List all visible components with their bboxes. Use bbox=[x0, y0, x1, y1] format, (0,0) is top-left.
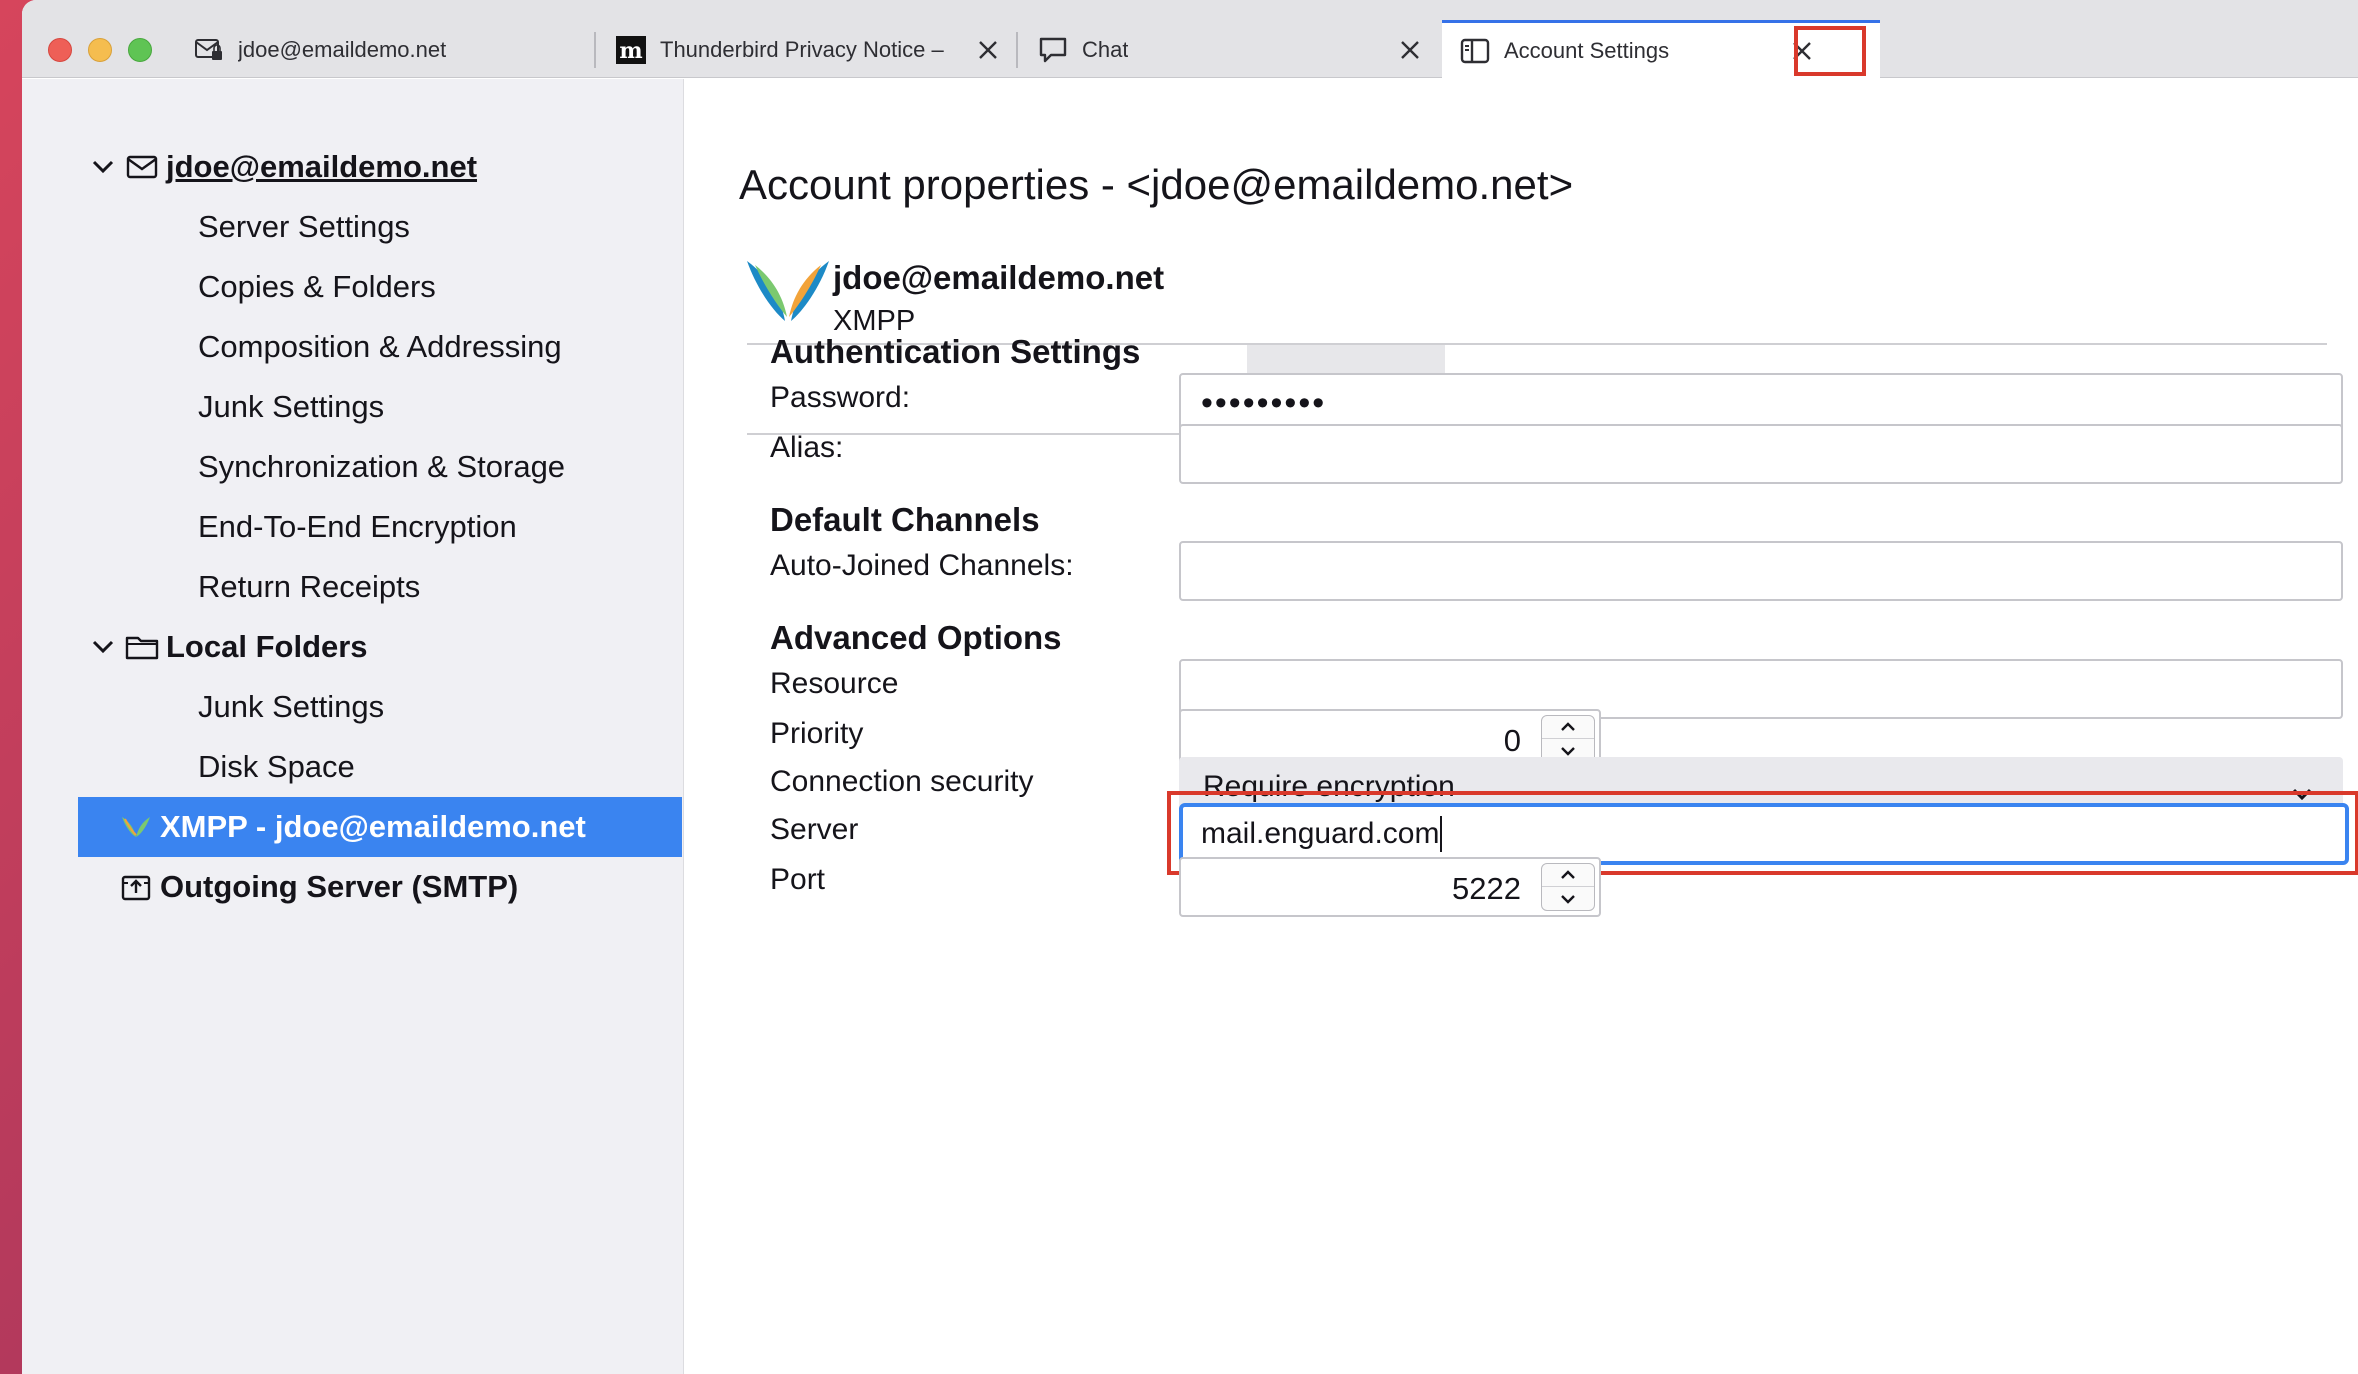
security-label: Connection security bbox=[770, 765, 1034, 798]
increment-arrow-icon[interactable] bbox=[1542, 716, 1594, 739]
tab-separator bbox=[594, 32, 596, 68]
sidebar-item-label: End-To-End Encryption bbox=[198, 509, 517, 544]
close-tab-icon[interactable] bbox=[972, 34, 1004, 66]
default-channels-heading: Default Channels bbox=[770, 501, 1040, 538]
text-caret bbox=[1440, 816, 1443, 852]
svg-text:m: m bbox=[619, 38, 642, 64]
alias-field[interactable] bbox=[1179, 424, 2343, 484]
sidebar-item-server-settings[interactable]: Server Settings bbox=[78, 197, 682, 257]
port-spinner bbox=[1541, 863, 1595, 911]
account-row-jdoe[interactable]: jdoe@emaildemo.net bbox=[78, 137, 682, 197]
tab-chat[interactable]: Chat bbox=[1020, 22, 1440, 78]
xmpp-logo-icon bbox=[743, 255, 833, 327]
resource-label: Resource bbox=[770, 667, 899, 700]
priority-label: Priority bbox=[770, 717, 864, 750]
sidebar-item-composition[interactable]: Composition & Addressing bbox=[78, 317, 682, 377]
page-title: Account properties - <jdoe@emaildemo.net… bbox=[739, 161, 1574, 208]
account-label: jdoe@emaildemo.net bbox=[166, 149, 478, 184]
chevron-down-icon[interactable] bbox=[88, 632, 118, 662]
chat-bubble-icon bbox=[1038, 35, 1068, 65]
tab-separator bbox=[1016, 32, 1018, 68]
mozilla-m-icon: m bbox=[616, 35, 646, 65]
close-window-button[interactable] bbox=[48, 38, 72, 62]
zoom-window-button[interactable] bbox=[128, 38, 152, 62]
sidebar-item-disk-space[interactable]: Disk Space bbox=[78, 737, 682, 797]
priority-spinner bbox=[1541, 715, 1595, 763]
tab-label: jdoe@emaildemo.net bbox=[238, 37, 447, 62]
account-settings-panel: Account properties - <jdoe@emaildemo.net… bbox=[685, 79, 2358, 1374]
autojoin-field[interactable] bbox=[1179, 541, 2343, 601]
tab-label: Chat bbox=[1082, 37, 1129, 62]
auth-settings-heading: Authentication Settings bbox=[770, 333, 1141, 370]
account-row-local-folders[interactable]: Local Folders bbox=[78, 617, 682, 677]
sidebar-item-local-junk[interactable]: Junk Settings bbox=[78, 677, 682, 737]
envelope-icon bbox=[124, 151, 160, 183]
sidebar-item-label: Disk Space bbox=[198, 749, 355, 784]
advanced-options-heading: Advanced Options bbox=[770, 619, 1062, 656]
account-name: jdoe@emaildemo.net bbox=[833, 259, 1165, 296]
minimize-window-button[interactable] bbox=[88, 38, 112, 62]
sidebar-item-return-receipts[interactable]: Return Receipts bbox=[78, 557, 682, 617]
priority-value: 0 bbox=[1503, 723, 1521, 758]
increment-arrow-icon[interactable] bbox=[1542, 864, 1594, 887]
close-tab-highlight-box bbox=[1794, 26, 1866, 76]
chevron-down-icon[interactable] bbox=[88, 152, 118, 182]
smtp-label: Outgoing Server (SMTP) bbox=[160, 869, 519, 904]
server-value: mail.enguard.com bbox=[1201, 817, 1440, 850]
mail-lock-icon bbox=[194, 35, 224, 65]
xmpp-logo-icon bbox=[118, 811, 154, 843]
outgoing-server-icon bbox=[118, 871, 154, 903]
sidebar-item-e2e[interactable]: End-To-End Encryption bbox=[78, 497, 682, 557]
sidebar-item-copies-folders[interactable]: Copies & Folders bbox=[78, 257, 682, 317]
sidebar-item-label: Junk Settings bbox=[198, 689, 385, 724]
settings-book-icon bbox=[1460, 36, 1490, 66]
sidebar-item-label: Composition & Addressing bbox=[198, 329, 562, 364]
sidebar-item-sync-storage[interactable]: Synchronization & Storage bbox=[78, 437, 682, 497]
account-row-smtp[interactable]: Outgoing Server (SMTP) bbox=[78, 857, 682, 917]
account-tree-sidebar: jdoe@emaildemo.net Server Settings Copie… bbox=[22, 79, 684, 1374]
account-row-xmpp[interactable]: XMPP - jdoe@emaildemo.net bbox=[78, 797, 682, 857]
sidebar-item-junk-settings[interactable]: Junk Settings bbox=[78, 377, 682, 437]
server-field[interactable]: mail.enguard.com bbox=[1179, 803, 2349, 865]
folder-icon bbox=[124, 631, 160, 663]
decrement-arrow-icon[interactable] bbox=[1542, 887, 1594, 910]
sidebar-item-label: Server Settings bbox=[198, 209, 410, 244]
tab-mail[interactable]: jdoe@emaildemo.net bbox=[176, 22, 596, 78]
sidebar-item-label: Copies & Folders bbox=[198, 269, 436, 304]
tab-bar: jdoe@emaildemo.net m Thunderbird Privacy… bbox=[22, 0, 2358, 78]
thunderbird-window: jdoe@emaildemo.net m Thunderbird Privacy… bbox=[22, 0, 2358, 1374]
alias-label: Alias: bbox=[770, 431, 844, 464]
sidebar-item-label: Junk Settings bbox=[198, 389, 385, 424]
tab-label: Thunderbird Privacy Notice – bbox=[660, 37, 944, 62]
password-value: ••••••••• bbox=[1201, 383, 1327, 422]
port-value: 5222 bbox=[1452, 871, 1521, 906]
autojoin-label: Auto-Joined Channels: bbox=[770, 549, 1074, 582]
xmpp-account-label: XMPP - jdoe@emaildemo.net bbox=[160, 809, 586, 844]
password-label: Password: bbox=[770, 381, 911, 414]
close-tab-icon[interactable] bbox=[1394, 34, 1426, 66]
tab-label: Account Settings bbox=[1504, 37, 1670, 63]
server-label: Server bbox=[770, 813, 859, 846]
port-stepper[interactable]: 5222 bbox=[1179, 857, 1601, 917]
local-folders-label: Local Folders bbox=[166, 629, 368, 664]
sidebar-item-label: Return Receipts bbox=[198, 569, 421, 604]
port-label: Port bbox=[770, 863, 826, 896]
sidebar-item-label: Synchronization & Storage bbox=[198, 449, 566, 484]
tab-privacy-notice[interactable]: m Thunderbird Privacy Notice – bbox=[598, 22, 1018, 78]
